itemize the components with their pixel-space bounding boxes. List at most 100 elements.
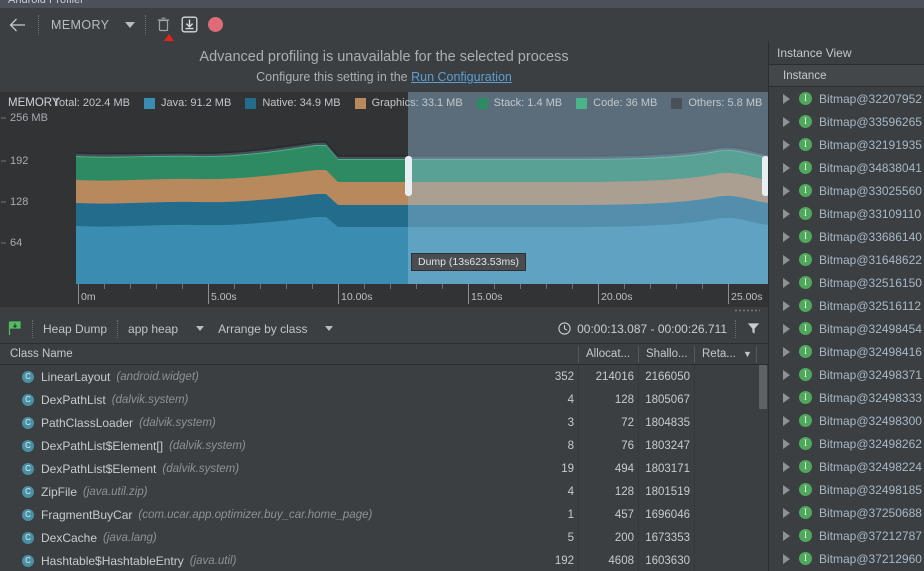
class-name: FragmentBuyCar [41,507,133,522]
expand-triangle-icon[interactable] [783,438,790,449]
list-item[interactable]: I Bitmap@32516150 [769,271,924,294]
class-table-body[interactable]: C LinearLayout (android.widget) 352 2140… [0,365,768,571]
expand-triangle-icon[interactable] [783,484,790,495]
filter-icon[interactable] [738,322,768,335]
list-item[interactable]: I Bitmap@32498262 [769,432,924,455]
expand-triangle-icon[interactable] [783,208,790,219]
back-arrow-icon[interactable] [0,8,34,41]
x-minor-tick-19 [650,284,651,289]
table-row[interactable]: C DexPathList$Element[] (dalvik.system) … [0,434,768,457]
expand-triangle-icon[interactable] [783,93,790,104]
list-item[interactable]: I Bitmap@32498416 [769,340,924,363]
expand-triangle-icon[interactable] [783,530,790,541]
class-icon: C [22,439,34,452]
expand-triangle-icon[interactable] [783,185,790,196]
table-row[interactable]: C Hashtable$HashtableEntry (java.util) 1… [0,549,768,571]
instance-icon: I [799,207,812,220]
column-header-shallow-size[interactable]: Shallo... [640,344,694,365]
x-minor-tick-4 [182,284,183,289]
header-divider-4 [756,346,757,363]
list-item[interactable]: I Bitmap@32516112 [769,294,924,317]
expand-triangle-icon[interactable] [783,369,790,380]
heap-select-value[interactable]: app heap [120,322,186,336]
list-item[interactable]: I Bitmap@32498454 [769,317,924,340]
list-item[interactable]: I Bitmap@32498300 [769,409,924,432]
list-item[interactable]: I Bitmap@32498333 [769,386,924,409]
header-divider-2[interactable] [638,346,639,363]
list-item[interactable]: I Bitmap@37212787 [769,524,924,547]
instance-column-header[interactable]: Instance [769,65,924,87]
list-item[interactable]: I Bitmap@32498371 [769,363,924,386]
heap-dump-icon[interactable] [0,321,30,336]
list-item[interactable]: I Bitmap@33596265 [769,110,924,133]
expand-triangle-icon[interactable] [783,346,790,357]
instance-icon: I [799,460,812,473]
expand-triangle-icon[interactable] [783,162,790,173]
expand-triangle-icon[interactable] [783,507,790,518]
list-item[interactable]: I Bitmap@33686140 [769,225,924,248]
column-header-class-name[interactable]: Class Name [4,344,79,365]
column-header-retained-size[interactable]: Reta... [696,344,742,365]
memory-time-ruler[interactable]: 0m 5.00s 10.00s 15.00s 20.00s 25.00s [0,284,768,306]
list-item[interactable]: I Bitmap@33025560 [769,179,924,202]
chevron-down-icon[interactable] [125,21,136,28]
list-item[interactable]: I Bitmap@31648622 [769,248,924,271]
expand-triangle-icon[interactable] [783,461,790,472]
list-item[interactable]: I Bitmap@32191935 [769,133,924,156]
list-item[interactable]: I Bitmap@32498224 [769,455,924,478]
expand-triangle-icon[interactable] [783,553,790,564]
list-item[interactable]: I Bitmap@34838041 [769,156,924,179]
record-dot-icon[interactable] [202,12,228,38]
expand-triangle-icon[interactable] [783,392,790,403]
instance-list[interactable]: I Bitmap@32207952 I Bitmap@33596265 I Bitma… [769,87,924,571]
list-item[interactable]: I Bitmap@32498185 [769,478,924,501]
list-item[interactable]: I Bitmap@37250688 [769,501,924,524]
expand-triangle-icon[interactable] [783,277,790,288]
expand-triangle-icon[interactable] [783,116,790,127]
class-icon: C [22,370,34,383]
instance-view-panel: Instance View Instance I Bitmap@32207952 … [768,41,924,571]
selection-handle-left[interactable] [405,156,412,196]
expand-triangle-icon[interactable] [783,323,790,334]
expand-triangle-icon[interactable] [783,254,790,265]
table-row[interactable]: C LinearLayout (android.widget) 352 2140… [0,365,768,388]
instance-label: Bitmap@32498224 [819,459,922,474]
class-name: Hashtable$HashtableEntry [41,553,184,568]
instance-icon: I [799,552,812,565]
memory-plot[interactable]: 256 MB 192 128 64 Dump (13s623.53ms) [0,92,768,284]
table-row[interactable]: C PathClassLoader (dalvik.system) 3 72 1… [0,411,768,434]
run-configuration-link[interactable]: Run Configuration [411,70,512,84]
header-divider-1[interactable] [578,346,579,363]
x-minor-tick-20 [676,284,677,289]
panel-splitter[interactable] [0,307,768,314]
cell-shallow-size: 72 [621,416,634,429]
session-label[interactable]: MEMORY [43,18,115,32]
x-minor-tick-16 [546,284,547,289]
x-minor-tick-7 [260,284,261,289]
expand-triangle-icon[interactable] [783,139,790,150]
expand-triangle-icon[interactable] [783,231,790,242]
heap-select-chevron-down-icon[interactable] [196,326,205,331]
class-table-scroll-thumb[interactable] [759,365,767,409]
instance-icon: I [799,184,812,197]
table-row[interactable]: C DexPathList (dalvik.system) 4 128 1805… [0,388,768,411]
header-divider-3[interactable] [694,346,695,363]
memory-chart-area[interactable]: Dump (13s623.53ms) [75,92,768,284]
expand-triangle-icon[interactable] [783,415,790,426]
table-row[interactable]: C DexPathList$Element (dalvik.system) 19… [0,457,768,480]
arrange-select-value[interactable]: Arrange by class [218,322,315,336]
list-item[interactable]: I Bitmap@33109110 [769,202,924,225]
expand-triangle-icon[interactable] [783,300,790,311]
class-package: (android.widget) [116,370,199,383]
table-row[interactable]: C FragmentBuyCar (com.ucar.app.optimizer… [0,503,768,526]
table-row[interactable]: C DexCache (java.lang) 5 200 1673353 [0,526,768,549]
android-profiler-window: Android Profiler MEMORY Advanced profili… [0,0,924,571]
arrange-select-chevron-down-icon[interactable] [325,326,334,331]
list-item[interactable]: I Bitmap@37212960 [769,547,924,570]
table-row[interactable]: C ZipFile (java.util.zip) 4 128 1801519 [0,480,768,503]
column-header-allocations[interactable]: Allocat... [580,344,636,365]
heap-dump-button[interactable]: Heap Dump [35,322,115,336]
class-table-vertical-scrollbar[interactable] [758,365,768,571]
sort-descending-icon[interactable]: ▼ [737,344,758,365]
list-item[interactable]: I Bitmap@32207952 [769,87,924,110]
